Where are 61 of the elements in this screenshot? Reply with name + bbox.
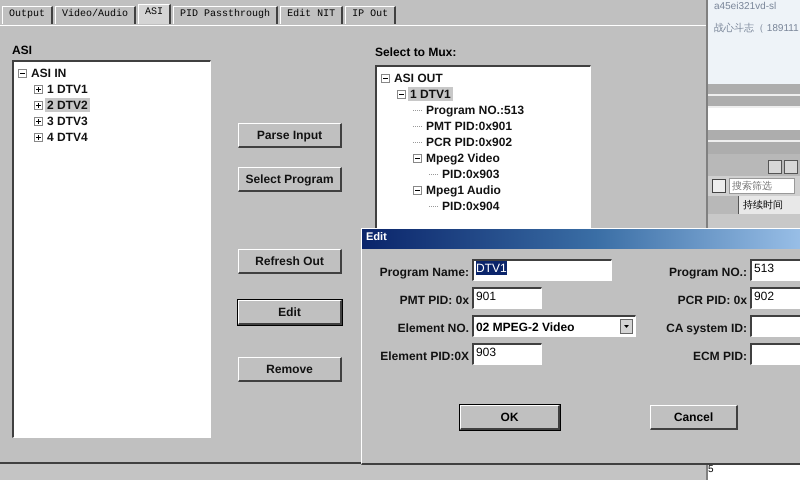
dropdown[interactable]: 02 MPEG-2 Video	[472, 315, 636, 337]
collapse-icon[interactable]	[413, 154, 422, 162]
search-field[interactable]: 搜索筛选	[729, 178, 795, 194]
collapse-icon[interactable]	[413, 186, 422, 194]
dialog-button[interactable]: Cancel	[650, 405, 738, 430]
tab[interactable]: Video/Audio	[55, 6, 136, 24]
chat-text: 战心斗志（ 189111	[714, 22, 800, 36]
column-header: 持续时间	[738, 196, 800, 214]
expand-icon[interactable]	[34, 116, 43, 126]
action-button[interactable]: Refresh Out	[238, 249, 342, 274]
tree-item[interactable]: 4 DTV4	[45, 130, 90, 144]
action-button[interactable]: Select Program	[238, 167, 342, 192]
field-label: ECM PID:	[692, 349, 748, 365]
tree-item[interactable]: ASI IN	[29, 66, 68, 80]
tree-item[interactable]: Program NO.:513	[424, 103, 526, 117]
tree-item[interactable]: PID:0x903	[440, 167, 502, 181]
tab[interactable]: IP Out	[345, 6, 396, 24]
minimize-button[interactable]	[768, 160, 782, 174]
collapse-icon[interactable]	[397, 90, 406, 98]
tree-item[interactable]: PCR PID:0x902	[424, 135, 514, 149]
action-button[interactable]: Remove	[238, 357, 342, 382]
panel-title: ASI	[12, 43, 34, 59]
tree-item[interactable]: 2 DTV2	[45, 98, 90, 112]
field-label: Program Name:	[378, 265, 470, 281]
input-field[interactable]: 902	[750, 287, 800, 309]
input-field[interactable]: 901	[472, 287, 542, 309]
chat-text: a45ei321vd-sl	[714, 0, 778, 14]
tab[interactable]: Edit NIT	[280, 6, 344, 24]
tab[interactable]: ASI	[138, 4, 172, 24]
field-label: PMT PID: 0x	[398, 293, 470, 309]
menu-icon[interactable]	[712, 179, 726, 193]
expand-icon[interactable]	[34, 100, 43, 110]
tree-item[interactable]: ASI OUT	[392, 71, 445, 85]
input-field[interactable]: DTV1	[472, 259, 612, 281]
collapse-icon[interactable]	[381, 74, 390, 82]
expand-icon[interactable]	[34, 132, 43, 142]
dialog-title: Edit	[362, 229, 800, 249]
action-button[interactable]: Edit	[238, 300, 342, 325]
field-label: Program NO.:	[668, 265, 748, 281]
tab[interactable]: PID Passthrough	[173, 6, 278, 24]
field-label: Element PID:0X	[379, 349, 470, 365]
dialog-button[interactable]: OK	[460, 405, 560, 430]
tree-item[interactable]: 1 DTV1	[45, 82, 90, 96]
tab[interactable]: Output	[2, 6, 54, 24]
tree-item[interactable]: 1 DTV1	[408, 87, 453, 101]
expand-icon[interactable]	[34, 84, 43, 94]
tree-item[interactable]: Mpeg2 Video	[424, 151, 502, 165]
field-label: CA system ID:	[665, 321, 748, 337]
field-label: PCR PID: 0x	[676, 293, 748, 309]
tree-item[interactable]: PID:0x904	[440, 199, 502, 213]
panel-title: Select to Mux:	[375, 45, 458, 61]
input-field[interactable]: 903	[472, 343, 542, 365]
action-button[interactable]: Parse Input	[238, 123, 342, 148]
field-label: Element NO.	[396, 321, 470, 337]
input-field[interactable]: 513	[750, 259, 800, 281]
tree-item[interactable]: Mpeg1 Audio	[424, 183, 503, 197]
collapse-icon[interactable]	[18, 68, 27, 78]
maximize-button[interactable]	[784, 160, 798, 174]
row-number: 5	[708, 464, 800, 480]
tree-item[interactable]: PMT PID:0x901	[424, 119, 514, 133]
tree-item[interactable]: 3 DTV3	[45, 114, 90, 128]
